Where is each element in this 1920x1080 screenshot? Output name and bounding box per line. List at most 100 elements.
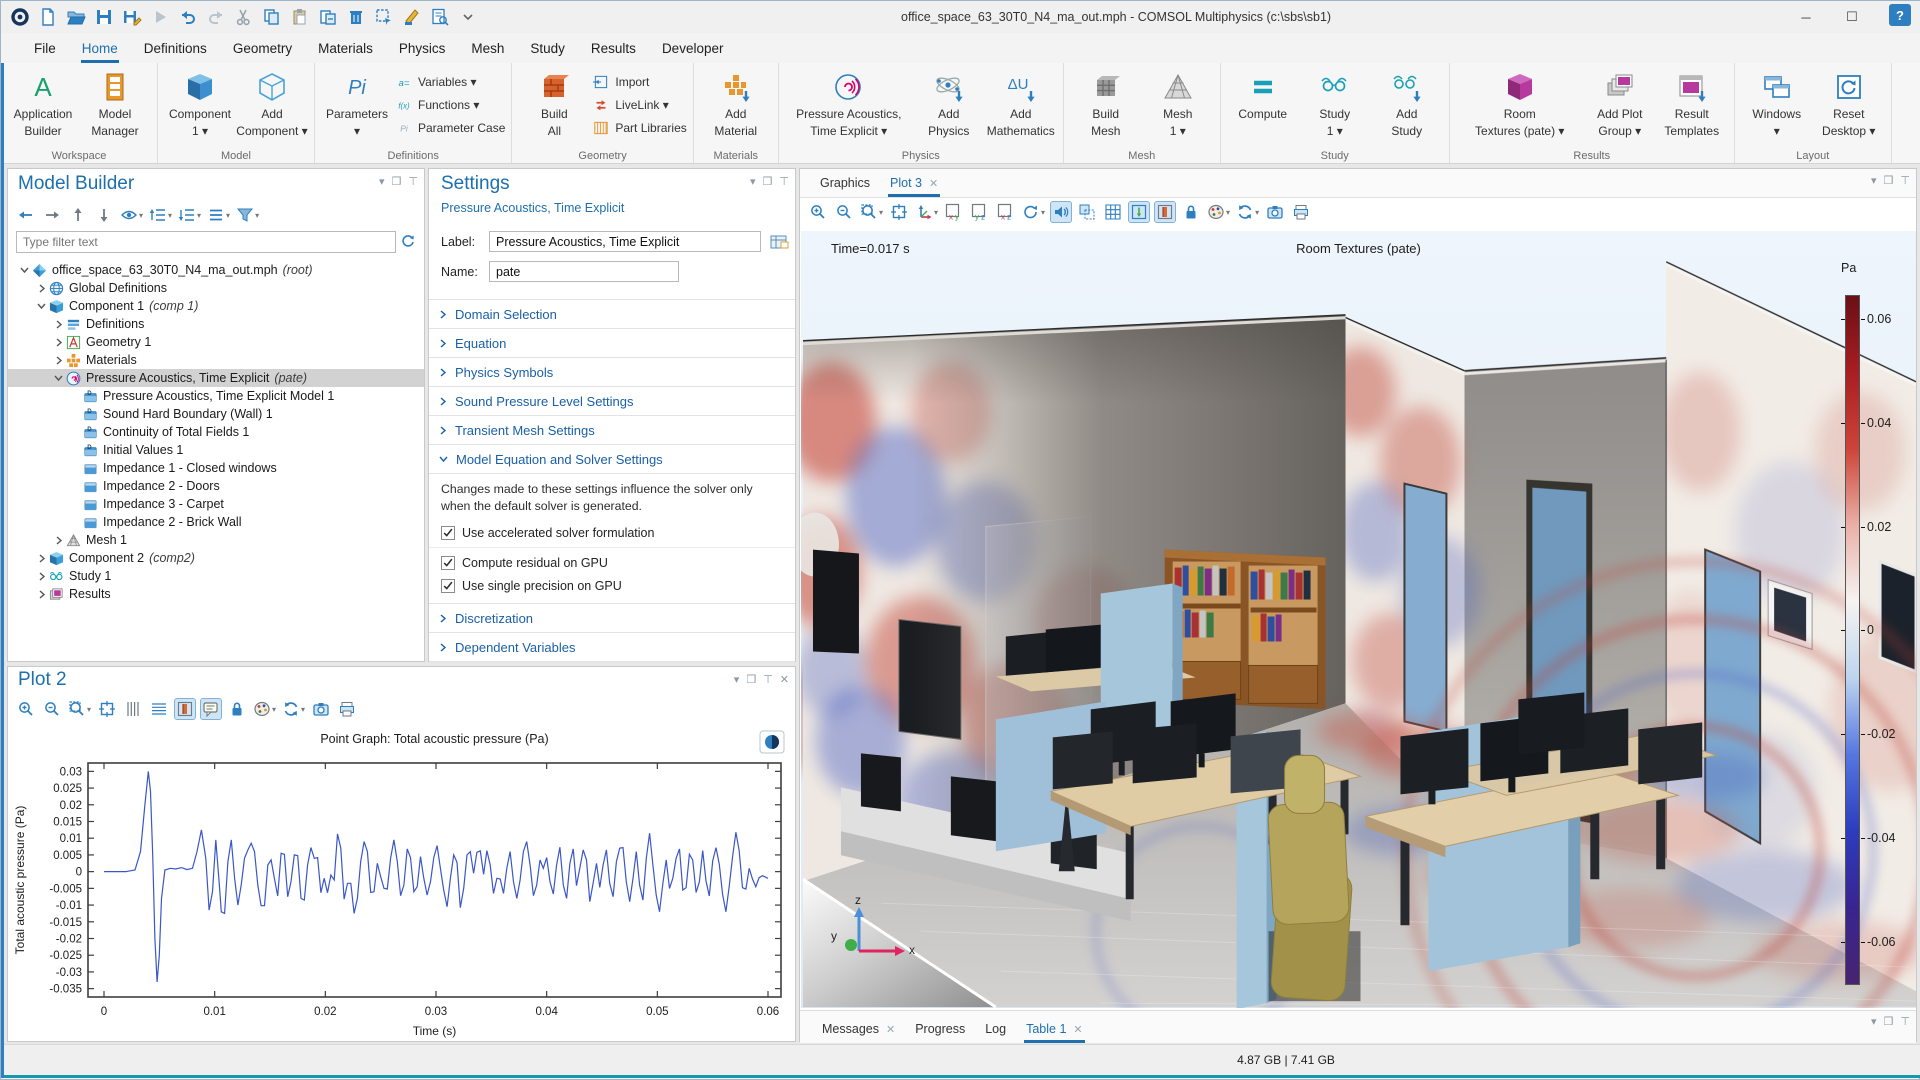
section-transient-mesh-settings[interactable]: Transient Mesh Settings xyxy=(429,415,795,444)
ribbon-room-tex-button[interactable]: Room Textures (pate) ▾ xyxy=(1456,67,1584,138)
section-equation[interactable]: Equation xyxy=(429,328,795,357)
tab-close-icon[interactable]: ✕ xyxy=(886,1023,895,1036)
checkbox-checked-icon[interactable] xyxy=(441,556,455,571)
section-model-equation[interactable]: Model Equation and Solver Settings xyxy=(429,444,795,473)
duplicate-icon[interactable] xyxy=(315,4,341,30)
preview-icon[interactable] xyxy=(427,4,453,30)
refresh-icon[interactable] xyxy=(398,231,418,251)
collapsed-arrow-icon[interactable] xyxy=(35,283,48,293)
graphics-zoom-in-icon[interactable] xyxy=(808,202,828,222)
graphics-scene-light-icon[interactable] xyxy=(1128,201,1151,223)
select-frame-icon[interactable] xyxy=(371,4,397,30)
mb-expand-icon[interactable]: ▾ xyxy=(149,205,172,225)
tree-item[interactable]: Impedance 3 - Carpet xyxy=(8,495,424,513)
tab-plot-3[interactable]: Plot 3 ✕ xyxy=(880,171,948,197)
menu-mesh[interactable]: Mesh xyxy=(458,36,517,63)
menu-materials[interactable]: Materials xyxy=(305,36,386,63)
ribbon-build-all-button[interactable]: Build All xyxy=(518,67,590,138)
point-graph-chart[interactable]: Point Graph: Total acoustic pressure (Pa… xyxy=(8,727,795,1041)
tree-item[interactable]: Pressure Acoustics, Time Explicit (pate) xyxy=(8,369,424,387)
graphics-orient-icon[interactable]: ▾ xyxy=(915,202,938,222)
graphics-transparency-icon[interactable] xyxy=(1077,202,1097,222)
ribbon-model-manager-button[interactable]: Model Manager xyxy=(79,67,151,138)
plot2-print-icon[interactable] xyxy=(337,699,357,719)
tree-item[interactable]: Geometry 1 xyxy=(8,333,424,351)
graphics-camera-icon[interactable] xyxy=(1265,202,1285,222)
label-field[interactable] xyxy=(489,231,761,252)
tree-item[interactable]: Impedance 2 - Brick Wall xyxy=(8,513,424,531)
collapsed-arrow-icon[interactable] xyxy=(52,535,65,545)
ribbon-study-button[interactable]: Study 1 ▾ xyxy=(1299,67,1371,138)
tree-item[interactable]: office_space_63_30T0_N4_ma_out.mph (root… xyxy=(8,261,424,279)
graphics-view-xz-icon[interactable]: xz xyxy=(996,202,1016,222)
checkbox-row[interactable]: Use single precision on GPU xyxy=(429,574,795,597)
checkbox-row[interactable]: Use accelerated solver formulation xyxy=(429,521,795,544)
tree-item[interactable]: Component 1 (comp 1) xyxy=(8,297,424,315)
ribbon-add-physics-button[interactable]: Add Physics xyxy=(913,67,985,138)
ribbon-pate-button[interactable]: Pressure Acoustics, Time Explicit ▾ xyxy=(785,67,913,138)
plot2-lock-icon[interactable] xyxy=(227,699,247,719)
panel-float-icon[interactable]: ❒ xyxy=(746,673,756,686)
panel-float-icon[interactable]: ❒ xyxy=(392,175,402,188)
collapsed-arrow-icon[interactable] xyxy=(35,589,48,599)
mb-collapse-icon[interactable]: ▾ xyxy=(178,205,201,225)
graphics-palette-icon[interactable]: ▾ xyxy=(1207,202,1230,222)
tree-item[interactable]: Materials xyxy=(8,351,424,369)
panel-pin-icon[interactable]: ⊤ xyxy=(779,175,789,188)
tab-log[interactable]: Log xyxy=(975,1017,1016,1043)
collapsed-arrow-icon[interactable] xyxy=(52,319,65,329)
panel-close-icon[interactable]: ✕ xyxy=(780,673,789,686)
color-marker-icon[interactable] xyxy=(399,4,425,30)
plot2-tooltip-icon[interactable] xyxy=(200,698,223,720)
checkbox-checked-icon[interactable] xyxy=(441,526,455,541)
panel-pin-icon[interactable]: ⊤ xyxy=(408,175,418,188)
graphics-rotate-icon[interactable]: ▾ xyxy=(1022,202,1045,222)
checkbox-checked-icon[interactable] xyxy=(441,579,455,594)
graphics-view-yz-icon[interactable]: yz xyxy=(970,202,990,222)
menu-study[interactable]: Study xyxy=(517,36,578,63)
mb-back-icon[interactable] xyxy=(16,205,36,225)
plot2-camera-icon[interactable] xyxy=(311,699,331,719)
expanded-arrow-icon[interactable] xyxy=(52,374,65,382)
ribbon-windows-button[interactable]: Windows ▾ xyxy=(1741,67,1813,138)
plot2-zoom-box-icon[interactable]: ▾ xyxy=(68,699,91,719)
ribbon-compute-button[interactable]: Compute xyxy=(1227,67,1299,124)
tab-close-icon[interactable]: ✕ xyxy=(1073,1023,1082,1036)
cut-icon[interactable] xyxy=(231,4,257,30)
panel-menu-icon[interactable]: ▾ xyxy=(1871,1015,1877,1028)
checkbox-row[interactable]: Compute residual on GPU xyxy=(429,551,795,574)
graphics-sound-icon[interactable] xyxy=(1050,201,1073,223)
collapsed-arrow-icon[interactable] xyxy=(35,553,48,563)
graphics-zoom-out-icon[interactable] xyxy=(834,202,854,222)
open-file-icon[interactable] xyxy=(63,4,89,30)
menu-developer[interactable]: Developer xyxy=(649,36,737,63)
mb-filter-icon[interactable]: ▾ xyxy=(236,205,259,225)
tree-item[interactable]: Global Definitions xyxy=(8,279,424,297)
tree-item[interactable]: D Continuity of Total Fields 1 xyxy=(8,423,424,441)
tab-messages[interactable]: Messages ✕ xyxy=(812,1017,905,1043)
plot2-update-icon[interactable]: ▾ xyxy=(282,699,305,719)
save-as-icon[interactable] xyxy=(119,4,145,30)
panel-pin-icon[interactable]: ⊤ xyxy=(763,673,773,686)
paste-icon[interactable] xyxy=(287,4,313,30)
graphics-update-icon[interactable]: ▾ xyxy=(1236,202,1259,222)
play-icon[interactable] xyxy=(147,4,173,30)
panel-menu-icon[interactable]: ▾ xyxy=(734,673,740,686)
collapsed-arrow-icon[interactable] xyxy=(35,571,48,581)
copy-icon[interactable] xyxy=(259,4,285,30)
ribbon-result-tmpl-button[interactable]: Result Templates xyxy=(1656,67,1728,138)
tree-item[interactable]: Definitions xyxy=(8,315,424,333)
name-field[interactable] xyxy=(489,261,679,282)
panel-menu-icon[interactable]: ▾ xyxy=(379,175,385,188)
ribbon-component-button[interactable]: Component 1 ▾ xyxy=(164,67,236,138)
tree-item[interactable]: Component 2 (comp2) xyxy=(8,549,424,567)
menu-physics[interactable]: Physics xyxy=(386,36,459,63)
collapsed-arrow-icon[interactable] xyxy=(52,337,65,347)
graphics-print-icon[interactable] xyxy=(1291,202,1311,222)
section-domain-selection[interactable]: Domain Selection xyxy=(429,299,795,328)
maximize-button[interactable]: ☐ xyxy=(1829,1,1875,33)
menu-home[interactable]: Home xyxy=(69,36,131,63)
plot2-axis-toggle-icon[interactable] xyxy=(174,698,197,720)
chart-context-button[interactable] xyxy=(759,730,785,754)
plot2-zoom-out-icon[interactable] xyxy=(42,699,62,719)
